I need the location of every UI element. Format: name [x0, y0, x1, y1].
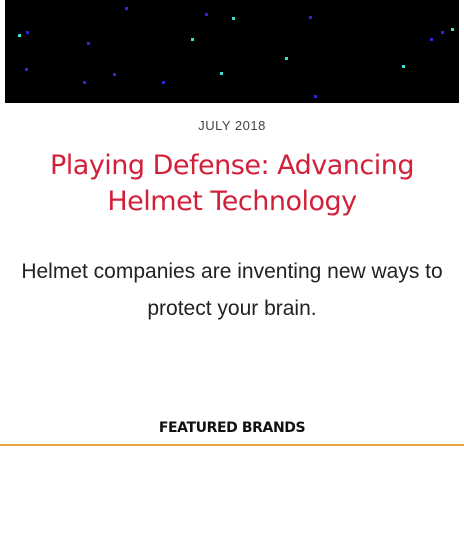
- star-dot: [191, 38, 194, 41]
- star-dot: [232, 17, 235, 20]
- featured-brands-heading: FEATURED BRANDS: [158, 420, 306, 436]
- article-title: Playing Defense: Advancing Helmet Techno…: [50, 150, 415, 217]
- star-dot: [402, 65, 405, 68]
- article-date: JULY 2018: [198, 118, 266, 133]
- star-dot: [309, 16, 312, 19]
- star-dot: [87, 42, 90, 45]
- star-dot: [18, 34, 21, 37]
- star-dot: [430, 38, 433, 41]
- star-dot: [451, 28, 454, 31]
- star-dot: [162, 81, 165, 84]
- star-dot: [83, 81, 86, 84]
- section-divider: [0, 444, 464, 446]
- star-dot: [314, 95, 317, 98]
- star-dot: [26, 31, 29, 34]
- star-dot: [285, 57, 288, 60]
- star-dot: [125, 7, 128, 10]
- star-dot: [220, 72, 223, 75]
- hero-banner: [5, 0, 459, 103]
- star-dot: [113, 73, 116, 76]
- star-dot: [25, 68, 28, 71]
- star-dot: [441, 31, 444, 34]
- star-dot: [205, 13, 208, 16]
- article-subtitle: Helmet companies are inventing new ways …: [21, 260, 443, 320]
